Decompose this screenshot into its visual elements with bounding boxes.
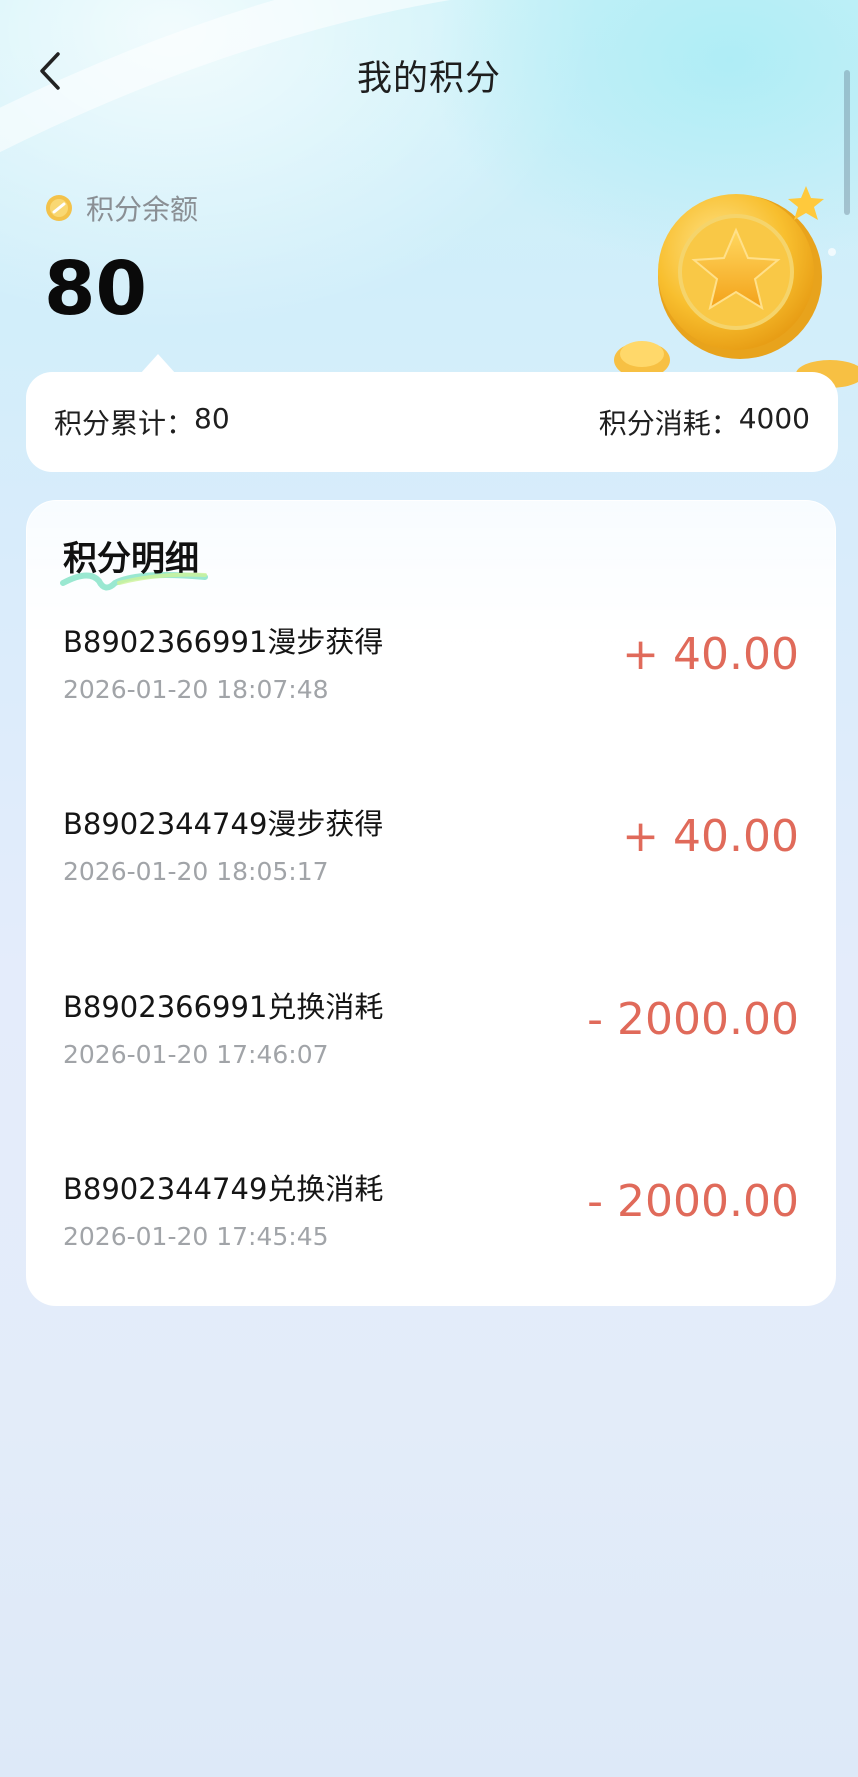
section-header: 积分明细 (60, 531, 233, 593)
section-title: 积分明细 (63, 539, 199, 579)
balance-value: 80 (44, 246, 147, 332)
list-item[interactable]: B8902344749漫步获得 2026-01-20 18:05:17 + 40… (63, 801, 799, 921)
consumed-points-stat: 积分消耗： 4000 (599, 402, 810, 442)
record-time: 2026-01-20 18:05:17 (63, 857, 329, 886)
list-item[interactable]: B8902366991兑换消耗 2026-01-20 17:46:07 - 20… (63, 984, 799, 1104)
record-name: B8902366991漫步获得 (63, 625, 384, 659)
consumed-points-label: 积分消耗： (598, 407, 739, 440)
record-name: B8902344749漫步获得 (63, 807, 384, 841)
list-item[interactable]: B8902366991漫步获得 2026-01-20 18:07:48 + 40… (63, 619, 799, 739)
record-amount: + 40.00 (622, 629, 799, 680)
page-title: 我的积分 (356, 59, 501, 99)
record-name: B8902366991兑换消耗 (63, 990, 384, 1024)
total-points-label: 积分累计： (54, 407, 195, 440)
record-amount: - 2000.00 (587, 994, 799, 1045)
stats-card-pointer (140, 354, 176, 374)
gold-coin-star-illustration (614, 186, 858, 388)
consumed-points-value: 4000 (738, 402, 810, 435)
balance-label: 积分余额 (86, 193, 199, 226)
total-points-stat: 积分累计： 80 (54, 402, 230, 442)
top-navigation-bar: 我的积分 (0, 28, 858, 114)
stats-card: 积分累计： 80 积分消耗： 4000 (26, 372, 838, 472)
record-name: B8902344749兑换消耗 (63, 1172, 384, 1206)
record-time: 2026-01-20 17:46:07 (63, 1040, 329, 1069)
record-time: 2026-01-20 18:07:48 (63, 675, 329, 704)
list-item[interactable]: B8902344749兑换消耗 2026-01-20 17:45:45 - 20… (63, 1166, 799, 1286)
total-points-value: 80 (194, 402, 230, 435)
balance-label-row: 积分余额 (44, 188, 198, 228)
record-time: 2026-01-20 17:45:45 (63, 1222, 329, 1251)
record-amount: - 2000.00 (587, 1176, 799, 1227)
coin-icon (46, 195, 72, 221)
record-amount: + 40.00 (622, 811, 799, 862)
points-detail-card: 积分明细 B8902366991漫步获得 2026-01-20 18:07:48… (26, 500, 836, 1306)
